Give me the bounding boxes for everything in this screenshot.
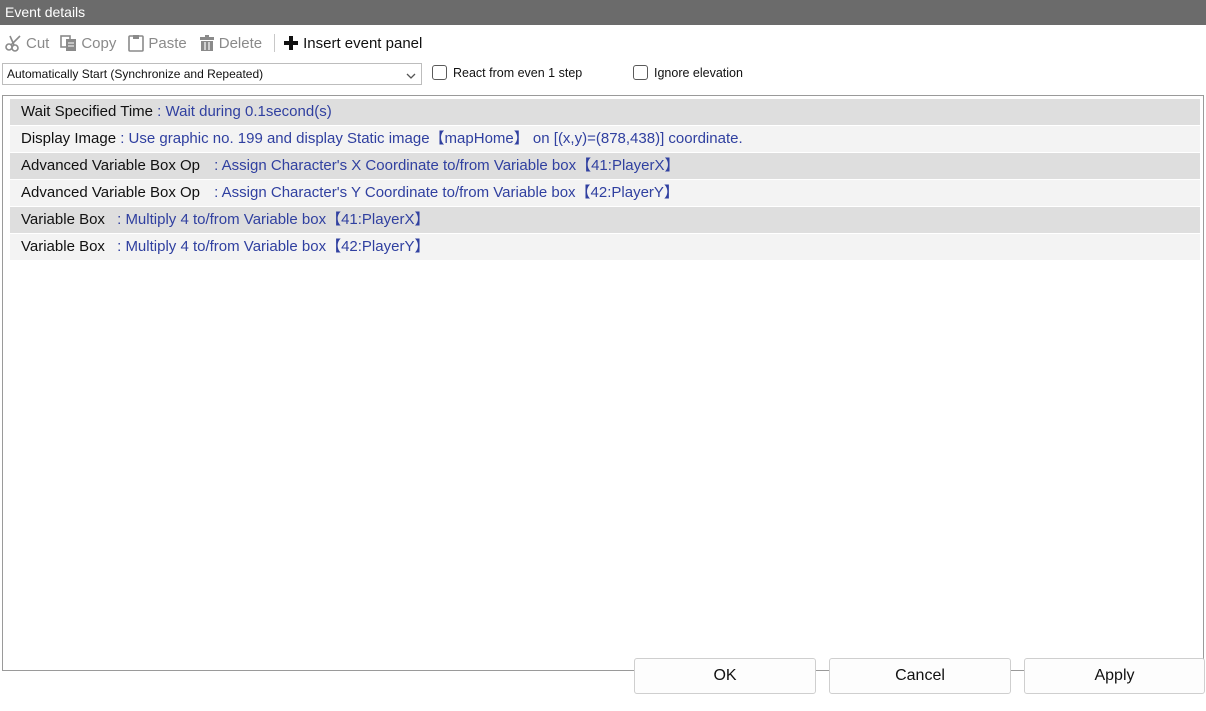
- trigger-dropdown-value: Automatically Start (Synchronize and Rep…: [7, 67, 264, 81]
- paste-button[interactable]: Paste: [126, 31, 187, 55]
- apply-button[interactable]: Apply: [1024, 658, 1205, 694]
- list-item[interactable]: Advanced Variable Box Op : Assign Charac…: [10, 180, 1200, 206]
- event-name: Advanced Variable Box Op: [21, 157, 200, 174]
- event-list[interactable]: Wait Specified Time : Wait during 0.1sec…: [2, 95, 1204, 671]
- trash-icon: [197, 33, 217, 53]
- event-description: : Assign Character's X Coordinate to/fro…: [210, 157, 680, 174]
- delete-button[interactable]: Delete: [197, 31, 262, 55]
- ok-button[interactable]: OK: [634, 658, 816, 694]
- trigger-dropdown[interactable]: Automatically Start (Synchronize and Rep…: [2, 63, 422, 85]
- event-name: Wait Specified Time: [21, 103, 153, 120]
- paste-label: Paste: [148, 34, 187, 52]
- list-item[interactable]: Variable Box : Multiply 4 to/from Variab…: [10, 207, 1200, 233]
- delete-label: Delete: [218, 34, 263, 52]
- chevron-down-icon: [405, 68, 417, 80]
- react-checkbox-label: React from even 1 step: [453, 65, 583, 80]
- cut-label: Cut: [26, 34, 50, 52]
- event-name: Advanced Variable Box Op: [21, 184, 200, 201]
- toolbar-separator: [274, 34, 276, 52]
- clipboard-icon: [126, 33, 146, 53]
- react-checkbox-box[interactable]: [432, 65, 447, 80]
- insert-event-panel-label: Insert event panel: [303, 34, 423, 52]
- list-item[interactable]: Advanced Variable Box Op : Assign Charac…: [10, 153, 1200, 179]
- cancel-button[interactable]: Cancel: [829, 658, 1011, 694]
- cut-button[interactable]: Cut: [4, 31, 49, 55]
- ignore-elevation-checkbox-box[interactable]: [633, 65, 648, 80]
- event-details-window: Event details Cut Copy Paste Delete Inse…: [0, 0, 1206, 711]
- ignore-elevation-label: Ignore elevation: [654, 65, 743, 80]
- toolbar: Cut Copy Paste Delete Insert event panel: [0, 25, 1206, 61]
- plus-icon: [281, 33, 301, 53]
- copy-button[interactable]: Copy: [59, 31, 116, 55]
- window-title: Event details: [0, 0, 1206, 25]
- event-name: Display Image: [21, 130, 117, 147]
- event-details-panel: Cut Copy Paste Delete Insert event panel…: [0, 25, 1206, 711]
- copy-label: Copy: [81, 34, 117, 52]
- insert-event-panel-button[interactable]: Insert event panel: [281, 31, 422, 55]
- event-description: : Use graphic no. 199 and display Static…: [116, 130, 743, 147]
- event-description: : Assign Character's Y Coordinate to/fro…: [210, 184, 679, 201]
- options-row: Automatically Start (Synchronize and Rep…: [0, 62, 1206, 86]
- event-name: Variable Box: [21, 238, 105, 255]
- scissors-icon: [4, 33, 24, 53]
- event-description: : Multiply 4 to/from Variable box【42:Pla…: [112, 238, 430, 255]
- list-item[interactable]: Display Image : Use graphic no. 199 and …: [10, 126, 1200, 152]
- event-name: Variable Box: [21, 211, 105, 228]
- event-description: : Multiply 4 to/from Variable box【41:Pla…: [112, 211, 430, 228]
- event-description: : Wait during 0.1second(s): [153, 103, 332, 120]
- list-item[interactable]: Wait Specified Time : Wait during 0.1sec…: [10, 99, 1200, 125]
- ignore-elevation-checkbox[interactable]: Ignore elevation: [633, 65, 743, 80]
- copy-icon: [59, 33, 79, 53]
- react-from-even-1-step-checkbox[interactable]: React from even 1 step: [432, 65, 582, 80]
- list-item[interactable]: Variable Box : Multiply 4 to/from Variab…: [10, 234, 1200, 260]
